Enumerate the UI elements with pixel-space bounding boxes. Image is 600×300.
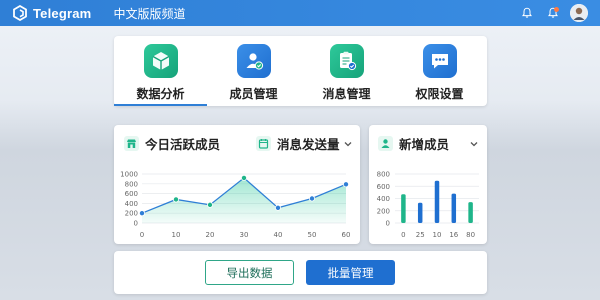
notification-button[interactable]: [518, 3, 536, 23]
activity-chart-card: 今日活跃成员 消息发送量 0 200 400 600 800 1000 0 10 20 30 40 5…: [114, 125, 360, 244]
user-icon: [378, 136, 393, 151]
x-tick-label: 20: [206, 231, 215, 239]
active-members-title: 今日活跃成员: [124, 134, 220, 153]
bar: [434, 180, 440, 223]
activity-line-chart: 0 200 400 600 8001000 0 10 20 30 40 50 60: [120, 171, 351, 240]
data-point: [241, 174, 248, 181]
bar: [401, 194, 406, 223]
calendar-icon: [256, 136, 271, 151]
menu-item-member-management[interactable]: 成员管理: [207, 36, 300, 106]
y-tick-label: 0: [386, 220, 390, 228]
y-tick-label: 1000: [120, 171, 138, 179]
y-tick-label: 800: [377, 171, 390, 179]
x-tick-label: 80: [466, 231, 475, 239]
menu-item-label: 成员管理: [229, 87, 278, 101]
x-tick-label: 40: [274, 231, 283, 239]
store-icon: [124, 136, 139, 151]
y-tick-label: 200: [125, 210, 138, 218]
data-point: [308, 195, 315, 202]
bar: [451, 193, 457, 223]
data-point: [138, 210, 145, 217]
app-logo[interactable]: Telegram: [12, 5, 91, 21]
x-tick-label: 60: [342, 231, 351, 239]
top-bar: Telegram 中文版版频道: [0, 0, 600, 26]
bar: [417, 202, 423, 223]
y-tick-label: 400: [125, 200, 138, 208]
menu-item-permission-settings[interactable]: 权限设置: [393, 36, 486, 106]
menu-item-label: 权限设置: [415, 87, 464, 101]
x-tick-label: 25: [416, 231, 425, 239]
y-tick-label: 800: [125, 180, 138, 188]
chevron-down-icon[interactable]: [468, 138, 480, 150]
alert-button[interactable]: [544, 3, 562, 23]
avatar[interactable]: [570, 4, 588, 22]
data-point: [207, 201, 214, 208]
batch-manage-button[interactable]: 批量管理: [306, 260, 395, 285]
user-check-icon: [236, 44, 271, 78]
x-tick-label: 10: [172, 231, 181, 239]
bar: [468, 202, 473, 223]
y-tick-label: 600: [125, 190, 138, 198]
chevron-down-icon[interactable]: [342, 138, 354, 150]
messages-sent-selector[interactable]: 消息发送量: [256, 134, 340, 153]
x-tick-label: 30: [240, 231, 249, 239]
y-tick-label: 400: [377, 195, 390, 203]
menu-item-message-management[interactable]: 消息管理: [300, 36, 393, 106]
cube-icon: [143, 44, 178, 78]
active-members-label: 今日活跃成员: [145, 137, 221, 152]
clipboard-check-icon: [329, 44, 364, 78]
app-name: Telegram: [33, 5, 92, 21]
new-members-chart-card: 新增成员 0 200 400 600 800 0 25 10 16 80: [369, 125, 487, 244]
user-avatar-icon: [570, 4, 588, 22]
y-tick-label: 600: [377, 183, 390, 191]
menu-item-label: 消息管理: [322, 87, 371, 101]
notification-dot: [554, 7, 559, 12]
new-members-bar-chart: 0 200 400 600 800 0 25 10 16 80: [377, 171, 479, 239]
y-tick-label: 200: [377, 207, 390, 215]
telegram-logo-icon: [13, 5, 27, 21]
data-point: [342, 181, 349, 188]
bell-icon: [522, 7, 532, 18]
x-tick-label: 10: [433, 231, 442, 239]
action-bar: 导出数据 批量管理: [114, 251, 487, 294]
new-members-title: 新增成员: [378, 134, 449, 153]
chat-dots-icon: [422, 44, 457, 78]
x-tick-label: 0: [140, 231, 144, 239]
x-tick-label: 16: [449, 231, 458, 239]
x-tick-label: 50: [308, 231, 317, 239]
new-members-label: 新增成员: [399, 137, 450, 152]
y-tick-label: 0: [134, 220, 138, 228]
menu-item-label: 数据分析: [136, 87, 185, 101]
data-point: [274, 204, 281, 211]
export-data-button[interactable]: 导出数据: [205, 260, 294, 285]
messages-sent-label: 消息发送量: [277, 137, 340, 152]
feature-menu: 数据分析 成员管理 消息管理 权限设置: [114, 36, 487, 106]
data-point: [173, 196, 180, 203]
channel-title: 中文版版频道: [113, 6, 186, 21]
x-tick-label: 0: [401, 231, 405, 239]
menu-item-data-analysis[interactable]: 数据分析: [114, 36, 207, 106]
